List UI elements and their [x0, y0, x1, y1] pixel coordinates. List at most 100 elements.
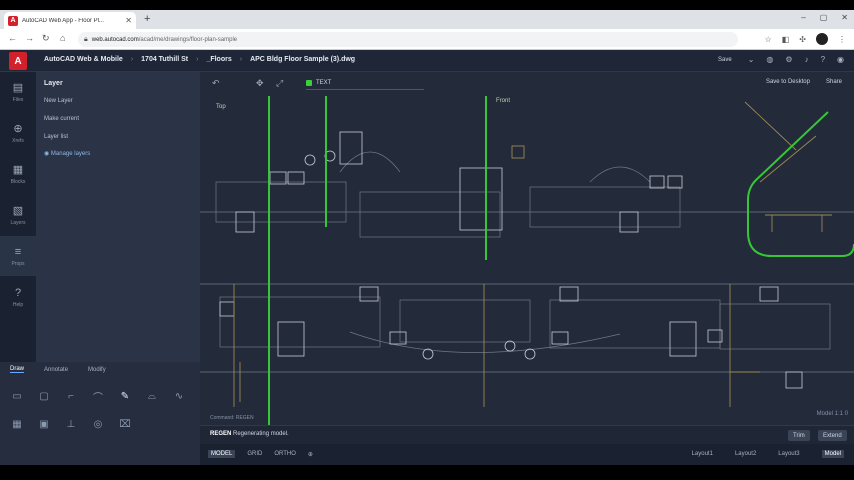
command-line[interactable]: Command: REGEN REGEN Regenerating model.… — [200, 415, 854, 444]
tab-title: AutoCAD Web App - Floor Pl... — [22, 17, 104, 24]
rectangle-tool-icon[interactable]: ▢ — [37, 390, 51, 402]
status-grid-toggle[interactable]: GRID — [247, 451, 262, 458]
files-icon: ▤ — [12, 82, 24, 94]
breadcrumb: AutoCAD Web & Mobile › 1704 Tuthill St ›… — [44, 56, 355, 63]
minimize-icon[interactable]: – — [801, 13, 805, 22]
chevron-down-icon[interactable]: ⌄ — [748, 55, 755, 64]
settings-gear-icon[interactable]: ⚙ — [785, 55, 792, 64]
floor-plan-drawing — [200, 96, 854, 425]
extend-button[interactable]: Extend — [818, 430, 847, 441]
pan-icon[interactable]: ✥ — [256, 78, 264, 89]
tab-annotate[interactable]: Annotate — [44, 367, 68, 373]
table-tool-icon[interactable]: ▦ — [10, 418, 24, 430]
command-history: Command: REGEN — [210, 415, 254, 421]
extension-icon[interactable]: ◧ — [782, 35, 790, 44]
autocad-logo[interactable]: A — [9, 52, 27, 70]
close-tab-icon[interactable]: ✕ — [125, 16, 132, 25]
share-button[interactable]: Share — [826, 79, 842, 85]
block-tool-icon[interactable]: ▣ — [37, 418, 51, 430]
line-tool-icon[interactable]: ▭ — [10, 390, 24, 402]
command-prompt: REGEN Regenerating model. — [210, 431, 289, 437]
manage-layers-link[interactable]: ◉ Manage layers — [44, 150, 90, 157]
current-layer-name: TEXT — [316, 80, 332, 86]
extensions-puzzle-icon[interactable]: ✣ — [799, 35, 806, 44]
tab-draw[interactable]: Draw — [10, 366, 25, 373]
undo-icon[interactable]: ↶ — [212, 78, 220, 89]
properties-icon: ≡ — [14, 245, 22, 258]
polyline-tool-icon[interactable]: ⌐ — [64, 390, 78, 402]
letterbox-top — [0, 0, 854, 10]
command-message: Regenerating model. — [233, 431, 289, 437]
status-model-toggle[interactable]: MODEL — [208, 450, 236, 458]
tab-model[interactable]: Model — [821, 450, 844, 458]
layer-color-swatch — [306, 80, 312, 86]
curve-tool-icon[interactable]: ∿ — [172, 390, 186, 402]
tab-layout3[interactable]: Layout3 — [778, 451, 799, 458]
globe-icon[interactable]: ◍ — [766, 55, 773, 64]
close-window-icon[interactable]: ✕ — [841, 13, 848, 22]
point-tool-icon[interactable]: ⌧ — [118, 418, 132, 430]
url-bar[interactable]: 🔒︎ web.autocad.com/acad/me/drawings/floo… — [78, 32, 738, 47]
hatch-tool-icon[interactable]: ⌓ — [145, 390, 159, 402]
trim-button[interactable]: Trim — [788, 430, 810, 441]
layer-dropdown[interactable]: TEXT — [306, 77, 424, 90]
status-snap-icon[interactable]: ⊕ — [308, 451, 313, 458]
view-label-front: Front — [496, 98, 511, 104]
panel-item-new-layer[interactable]: New Layer — [44, 98, 73, 104]
breadcrumb-item[interactable]: _Floors — [206, 56, 231, 63]
measure-tool-icon[interactable]: ⊥ — [64, 418, 78, 430]
layers-link-icon: ◉ — [44, 151, 51, 157]
panel-item-layer-list[interactable]: Layer list — [44, 134, 68, 140]
canvas-actions: Save to Desktop Share — [766, 79, 842, 85]
panel-title: Layer — [44, 80, 63, 87]
account-icon[interactable]: ◉ — [837, 55, 844, 64]
circle-tool-icon[interactable]: ◎ — [91, 418, 105, 430]
pencil-tool-icon[interactable]: ✎ — [118, 390, 132, 402]
back-icon[interactable]: ← — [8, 33, 17, 43]
rail-label: Files — [12, 97, 24, 103]
rail-label: Blocks — [10, 179, 26, 185]
canvas-toolbar: ↶ ✥ ⤢ TEXT Save to Desktop Share — [200, 72, 854, 96]
status-ortho-toggle[interactable]: ORTHO — [274, 451, 296, 458]
rail-item-props[interactable]: ≡ Props — [0, 236, 36, 276]
status-toggles: MODEL GRID ORTHO ⊕ — [208, 450, 313, 458]
zoom-extents-icon[interactable]: ⤢ — [276, 78, 283, 89]
rail-item-layers[interactable]: ▧ Layers — [0, 195, 36, 235]
home-icon[interactable]: ⌂ — [60, 33, 65, 43]
save-button[interactable]: Save — [714, 56, 736, 64]
rail-item-files[interactable]: ▤ Files — [0, 72, 36, 112]
profile-avatar[interactable] — [816, 33, 828, 45]
forward-icon[interactable]: → — [25, 33, 34, 43]
new-tab-button[interactable]: + — [144, 13, 150, 25]
side-panel: Layer New Layer Make current Layer list … — [36, 72, 200, 362]
arc-tool-icon[interactable]: ⌒ — [91, 390, 105, 404]
browser-menu-icon[interactable]: ⋮ — [838, 35, 846, 44]
tab-layout1[interactable]: Layout1 — [692, 451, 713, 458]
maximize-icon[interactable]: ▢ — [820, 13, 828, 22]
rail-item-help[interactable]: ? Help — [0, 277, 36, 317]
autocad-favicon-icon: A — [8, 15, 18, 26]
drawing-title: APC Bldg Floor Sample (3).dwg — [250, 56, 356, 63]
drawing-canvas[interactable]: ↶ ✥ ⤢ TEXT Save to Desktop Share Top Fro… — [200, 72, 854, 425]
status-bar: MODEL GRID ORTHO ⊕ Layout1 Layout2 Layou… — [200, 444, 854, 465]
rail-label: Help — [12, 301, 24, 308]
app-header: A AutoCAD Web & Mobile › 1704 Tuthill St… — [0, 50, 854, 72]
rail-label: Layers — [10, 220, 26, 226]
browser-tab[interactable]: A AutoCAD Web App - Floor Pl... ✕ — [4, 12, 136, 29]
tool-palette: Draw Annotate Modify ▭ ▢ ⌐ ⌒ ✎ ⌓ ∿ ▦ ▣ ⊥… — [0, 362, 200, 465]
panel-item-make-current[interactable]: Make current — [44, 116, 79, 122]
reload-icon[interactable]: ↻ — [42, 33, 50, 44]
tab-modify[interactable]: Modify — [88, 367, 106, 373]
tab-layout2[interactable]: Layout2 — [735, 451, 756, 458]
blocks-icon: ▦ — [12, 164, 24, 176]
rail-item-blocks[interactable]: ▦ Blocks — [0, 154, 36, 194]
breadcrumb-item[interactable]: 1704 Tuthill St — [141, 56, 188, 63]
breadcrumb-item[interactable]: AutoCAD Web & Mobile — [44, 56, 123, 63]
help-icon[interactable]: ? — [821, 55, 825, 64]
notification-bell-icon[interactable]: ♪ — [805, 55, 809, 64]
rail-item-xrefs[interactable]: ⊕ Xrefs — [0, 113, 36, 153]
lock-icon: 🔒︎ — [84, 35, 88, 43]
save-to-desktop-button[interactable]: Save to Desktop — [766, 79, 810, 85]
manage-layers-label: Manage layers — [50, 151, 91, 157]
bookmark-star-icon[interactable]: ☆ — [765, 35, 772, 44]
